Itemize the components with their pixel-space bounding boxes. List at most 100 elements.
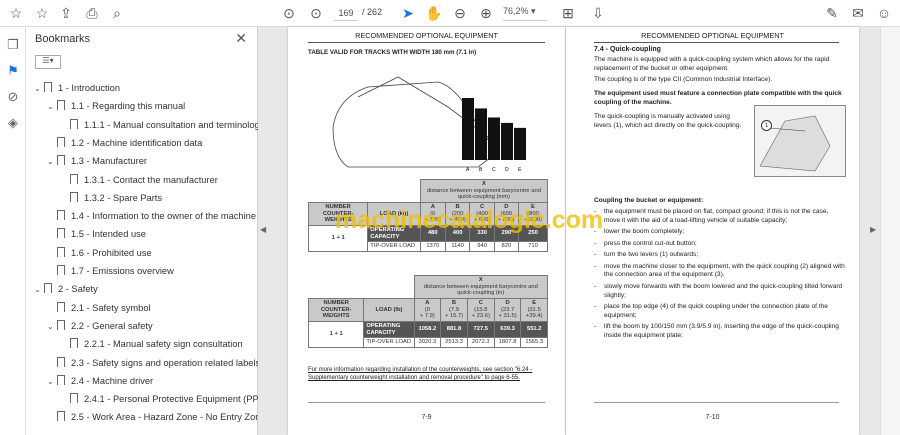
bookmark-label: 2 - Safety <box>58 284 98 295</box>
hand-tool-icon[interactable]: ✋ <box>424 4 444 22</box>
bar-label: B <box>479 167 483 172</box>
bookmark-label: 1.1.1 - Manual consultation and terminol… <box>84 119 265 130</box>
bookmark-label: 2.4 - Machine driver <box>71 375 154 386</box>
range-start: (0 <box>424 306 430 313</box>
bookmark-icon <box>57 210 65 221</box>
row-label: OPERATING CAPACITY <box>363 320 415 339</box>
x-label: X <box>481 181 486 187</box>
step-item: lift the boom by 100/150 mm (3.9/5.9 in)… <box>594 323 846 340</box>
next-page-button[interactable]: ⊙ <box>306 4 326 22</box>
bookmark-item[interactable]: 1.6 - Prohibited use <box>47 244 152 262</box>
document-area: ◀ RECOMMENDED OPTIONAL EQUIPMENT TABLE V… <box>258 27 880 435</box>
bookmark-icon <box>57 228 65 239</box>
account-icon[interactable]: ☺ <box>874 4 894 22</box>
bookmark-item[interactable]: 1.3.2 - Spare Parts <box>60 189 162 207</box>
bookmark-item[interactable]: ⌄ 2 - Safety <box>34 280 98 298</box>
email-icon[interactable]: ✉ <box>848 4 868 22</box>
value-cell: 1370 <box>419 241 446 252</box>
bookmark-item[interactable]: 1.5 - Intended use <box>47 225 146 243</box>
bookmark-item[interactable]: 2.1 - Safety symbol <box>47 299 151 317</box>
bookmark-item[interactable]: 1.4 - Information to the owner of the ma… <box>47 207 256 225</box>
print-icon[interactable]: ⎙ <box>82 4 102 22</box>
bookmark-item[interactable]: 2.3 - Safety signs and operation related… <box>47 354 260 372</box>
bookmark-item[interactable]: 2.4.1 - Personal Protective Equipment (P… <box>60 390 268 408</box>
upload-icon[interactable]: ⇪ <box>56 4 76 22</box>
bookmark-options-button[interactable]: ☰▾ <box>35 55 61 69</box>
select-cursor-icon[interactable]: ➤ <box>398 4 418 22</box>
chevron-down-icon[interactable]: ⌄ <box>47 153 57 171</box>
previous-page-button[interactable]: ⊙ <box>279 4 299 22</box>
zoom-in-icon[interactable]: ⊕ <box>476 4 496 22</box>
zoom-select[interactable]: 76,2% ▾ <box>503 6 548 21</box>
expand-panel-arrow[interactable]: ▶ <box>870 225 876 234</box>
scroll-mode-icon[interactable]: ⇩ <box>588 4 608 22</box>
bookmark-item[interactable]: 1.2 - Machine identification data <box>47 134 202 152</box>
bar-label: C <box>492 167 496 172</box>
col-letter: E <box>532 299 537 306</box>
bookmark-label: 1.3.2 - Spare Parts <box>84 192 163 203</box>
bookmark-icon <box>70 118 78 129</box>
page-thumbnails-icon[interactable]: ❐ <box>5 37 21 53</box>
counterweight-link[interactable]: For more information regarding installat… <box>308 367 553 383</box>
step-item: slowly move forwards with the boom lower… <box>594 283 846 300</box>
star-icon[interactable]: ☆ <box>32 4 52 22</box>
bookmark-label: 2.4.1 - Personal Protective Equipment (P… <box>84 394 268 405</box>
bookmark-item[interactable]: ⌄ 2.4 - Machine driver <box>47 372 153 390</box>
header-cell: NUMBER COUNTER-WEIGHTS <box>307 297 365 322</box>
zoom-out-icon[interactable]: ⊖ <box>450 4 470 22</box>
bar-D <box>501 122 513 160</box>
bar-label: D <box>505 167 509 172</box>
running-header: RECOMMENDED OPTIONAL EQUIPMENT <box>641 31 784 40</box>
bookmark-icon <box>70 393 78 404</box>
value-cell: 3020.3 <box>413 337 442 348</box>
page-right: RECOMMENDED OPTIONAL EQUIPMENT 7.4 - Qui… <box>566 27 859 435</box>
bar-label: A <box>466 167 470 172</box>
range-end: + 31.5) <box>498 313 517 320</box>
chevron-down-icon[interactable]: ⌄ <box>47 318 57 336</box>
page-fit-icon[interactable]: ⊞ <box>558 4 578 22</box>
bookmark-label: 1.3 - Manufacturer <box>71 156 147 167</box>
collapse-panel-arrow[interactable]: ◀ <box>260 225 266 234</box>
bookmark-icon <box>57 246 65 257</box>
bookmarks-icon[interactable]: ⚑ <box>5 63 21 79</box>
attachments-icon[interactable]: ⊘ <box>5 89 21 105</box>
bookmark-icon <box>57 100 65 111</box>
bar-label: E <box>518 167 522 172</box>
toolbar: ☆ ☆ ⇪ ⎙ ⌕ ⊙ ⊙ / 262 ➤ ✋ ⊖ ⊕ 76,2% ▾ ⊞ ⇩ … <box>0 0 900 27</box>
bookmark-icon <box>44 82 52 92</box>
bookmark-label: 2.2 - General safety <box>71 320 153 331</box>
close-icon[interactable]: ✕ <box>235 30 247 47</box>
chevron-down-icon[interactable]: ⌄ <box>34 281 44 299</box>
bookmark-label: 1.4 - Information to the owner of the ma… <box>71 211 257 222</box>
watermark: machinecatalogic.com <box>335 206 604 234</box>
page-number-input[interactable] <box>334 6 358 21</box>
sign-icon[interactable]: ✎ <box>822 4 842 22</box>
steps-list: the equipment must be placed on flat, co… <box>594 208 846 343</box>
layers-icon[interactable]: ◈ <box>5 115 21 131</box>
bookmark-icon <box>57 411 65 422</box>
right-scrollbar[interactable] <box>880 27 900 435</box>
group-cell: 1 + 1 <box>307 320 365 348</box>
col-letter: A <box>425 299 430 306</box>
chevron-down-icon[interactable]: ⌄ <box>47 373 57 391</box>
bookmark-label: 2.1 - Safety symbol <box>71 302 151 313</box>
bookmark-star-icon[interactable]: ☆ <box>6 4 26 22</box>
value-cell: 639.3 <box>493 320 522 339</box>
step-item: the equipment must be placed on flat, co… <box>594 208 846 225</box>
bookmark-label: 1.2 - Machine identification data <box>71 137 203 148</box>
bookmark-item[interactable]: ⌄ 1 - Introduction <box>34 79 120 97</box>
x-label: X <box>478 277 483 283</box>
coupling-intro: Coupling the bucket or equipment: <box>594 197 704 204</box>
bookmark-item[interactable]: ⌄ 2.2 - General safety <box>47 317 153 335</box>
bookmark-item[interactable]: 1.7 - Emissions overview <box>47 262 174 280</box>
bookmark-item[interactable]: 1.3.1 - Contact the manufacturer <box>60 171 218 189</box>
bookmark-item[interactable]: ⌄ 1.1 - Regarding this manual <box>47 97 185 115</box>
bookmark-icon <box>70 338 78 349</box>
bookmark-item[interactable]: 1.1.1 - Manual consultation and terminol… <box>60 116 264 134</box>
bookmark-item[interactable]: 2.2.1 - Manual safety sign consultation <box>60 335 243 353</box>
bookmark-item[interactable]: ⌄ 1.3 - Manufacturer <box>47 152 147 170</box>
chevron-down-icon[interactable]: ⌄ <box>47 98 57 116</box>
chevron-down-icon[interactable]: ⌄ <box>34 80 44 98</box>
search-icon[interactable]: ⌕ <box>107 4 127 22</box>
bookmark-item[interactable]: 2.5 - Work Area - Hazard Zone - No Entry… <box>47 408 266 426</box>
